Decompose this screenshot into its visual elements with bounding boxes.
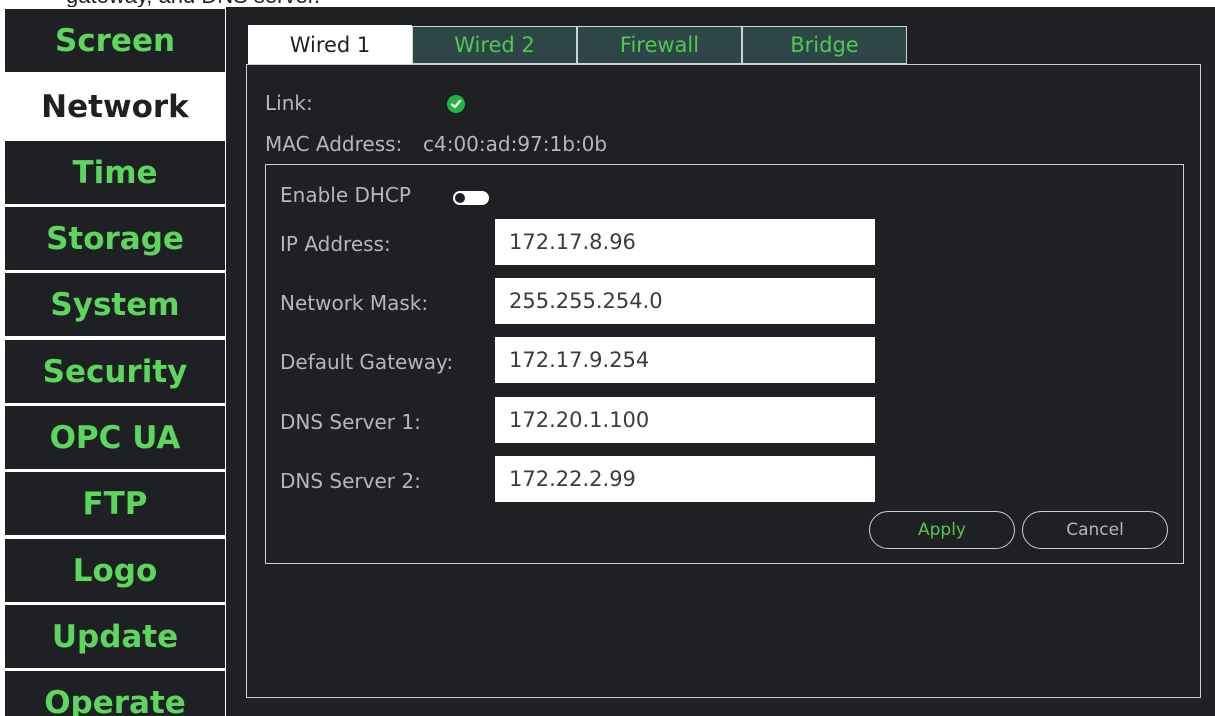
network-settings-panel: Wired 1 Wired 2 Firewall Bridge Link: MA… bbox=[226, 7, 1215, 716]
mac-address-label: MAC Address: bbox=[265, 132, 403, 156]
apply-button[interactable]: Apply bbox=[869, 511, 1015, 549]
dhcp-label: Enable DHCP bbox=[280, 183, 411, 207]
default-gateway-label: Default Gateway: bbox=[280, 350, 454, 374]
sidebar-item-screen[interactable]: Screen bbox=[5, 9, 225, 72]
sidebar-item-network[interactable]: Network bbox=[5, 75, 225, 138]
check-circle-icon bbox=[447, 95, 465, 113]
sidebar-item-opc-ua[interactable]: OPC UA bbox=[5, 406, 225, 469]
ip-address-label: IP Address: bbox=[280, 232, 391, 256]
dhcp-toggle[interactable] bbox=[453, 191, 489, 205]
network-mask-label: Network Mask: bbox=[280, 291, 429, 315]
ip-config-group: Enable DHCP IP Address: Network Mask: De… bbox=[265, 164, 1184, 564]
dns-server-2-input[interactable] bbox=[495, 456, 875, 502]
sidebar: Screen Network Time Storage System Secur… bbox=[0, 7, 226, 716]
sidebar-item-update[interactable]: Update bbox=[5, 605, 225, 668]
sidebar-item-logo[interactable]: Logo bbox=[5, 539, 225, 602]
dns-server-1-input[interactable] bbox=[495, 397, 875, 443]
sidebar-item-time[interactable]: Time bbox=[5, 141, 225, 204]
tab-firewall[interactable]: Firewall bbox=[577, 26, 742, 64]
dns-server-1-label: DNS Server 1: bbox=[280, 410, 421, 434]
wired-1-content: Link: MAC Address: c4:00:ad:97:1b:0b Ena… bbox=[246, 64, 1201, 698]
dns-server-2-label: DNS Server 2: bbox=[280, 469, 421, 493]
tab-bridge[interactable]: Bridge bbox=[742, 26, 907, 64]
tab-wired-1[interactable]: Wired 1 bbox=[248, 25, 412, 65]
mac-address-value: c4:00:ad:97:1b:0b bbox=[423, 132, 608, 156]
sidebar-item-storage[interactable]: Storage bbox=[5, 207, 225, 270]
tab-wired-2[interactable]: Wired 2 bbox=[412, 26, 577, 64]
ip-address-input[interactable] bbox=[495, 219, 875, 265]
link-label: Link: bbox=[265, 91, 313, 115]
sidebar-item-system[interactable]: System bbox=[5, 273, 225, 336]
sidebar-item-ftp[interactable]: FTP bbox=[5, 472, 225, 535]
sidebar-item-operate[interactable]: Operate bbox=[5, 671, 225, 716]
cancel-button[interactable]: Cancel bbox=[1022, 511, 1168, 549]
network-mask-input[interactable] bbox=[495, 278, 875, 324]
default-gateway-input[interactable] bbox=[495, 337, 875, 383]
toggle-knob bbox=[454, 192, 466, 204]
sidebar-item-security[interactable]: Security bbox=[5, 340, 225, 403]
